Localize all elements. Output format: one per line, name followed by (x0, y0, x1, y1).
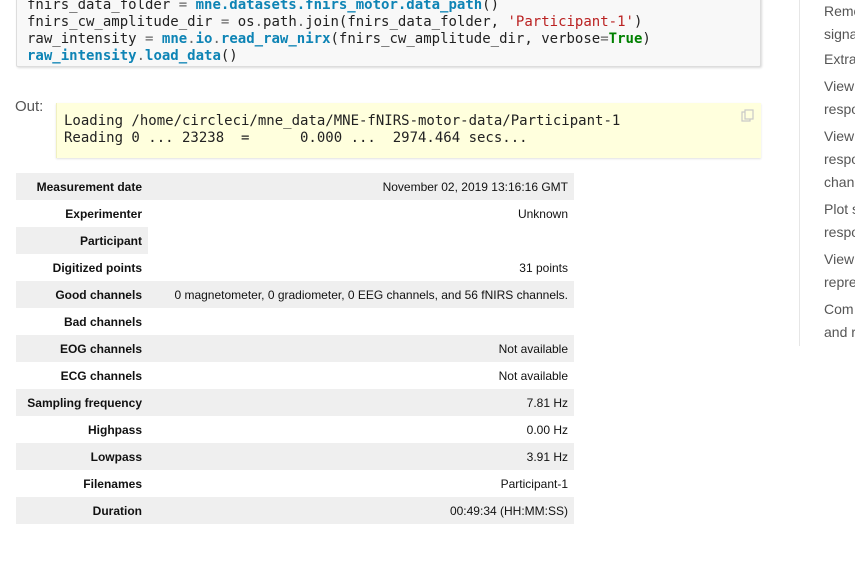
toc-link[interactable]: Com and r (824, 298, 855, 344)
info-row: ECG channels Not available (16, 362, 574, 389)
info-key: Digitized points (52, 260, 142, 275)
out-prompt-label: Out: (15, 98, 44, 115)
code-token: path (263, 14, 297, 30)
code-token: fnirs_data_folder (27, 0, 179, 13)
code-token: ) (642, 31, 651, 47)
info-key: ECG channels (60, 368, 142, 383)
toc-link[interactable]: View repre (824, 248, 855, 294)
info-key: Experimenter (65, 206, 142, 221)
code-token: fnirs_cw_amplitude_dir (27, 14, 221, 30)
info-row: Digitized points 31 points (16, 254, 574, 281)
info-value: 3.91 Hz (148, 443, 574, 470)
info-row: Bad channels (16, 308, 574, 335)
code-token: raw_intensity (27, 31, 146, 47)
code-token: load_data (145, 48, 221, 64)
code-token: = (178, 0, 188, 13)
info-key: Bad channels (63, 314, 142, 329)
code-token: 'Participant-1' (507, 14, 634, 30)
info-value: 0.00 Hz (526, 422, 568, 437)
code-token: mne.datasets.fnirs_motor.data_path (195, 0, 483, 13)
info-value: Unknown (517, 206, 568, 221)
code-token: = (600, 31, 609, 47)
code-line: fnirs_cw_amplitude_dir = os.path.join(fn… (27, 14, 760, 31)
code-token: join(fnirs_data_folder, (305, 14, 508, 30)
code-token: . (212, 31, 221, 47)
info-value (148, 227, 574, 254)
info-row: Participant (16, 227, 574, 254)
code-token: ) (633, 14, 643, 30)
info-key: Highpass (87, 422, 142, 437)
info-value: November 02, 2019 13:16:16 GMT (148, 173, 574, 200)
info-row: Good channels 0 magnetometer, 0 gradiomet… (16, 281, 574, 308)
code-token: . (254, 14, 264, 30)
info-value: 00:49:34 (HH:MM:SS) (148, 497, 574, 524)
code-token: . (187, 31, 196, 47)
code-line: raw_intensity.load_data() (27, 48, 760, 65)
code-input-cell: fnirs_data_folder = mne.datasets.fnirs_m… (16, 0, 761, 67)
code-token: True (608, 31, 643, 47)
output-line: Loading /home/circleci/mne_data/MNE-fNIR… (64, 113, 621, 129)
info-key: Participant (16, 227, 148, 254)
code-token: () (220, 48, 238, 64)
info-value: Participant-1 (500, 476, 568, 491)
info-value: 0 magnetometer, 0 gradiometer, 0 EEG cha… (148, 281, 574, 308)
info-key: Lowpass (16, 443, 148, 470)
info-row: Highpass 0.00 Hz (16, 416, 574, 443)
copy-icon[interactable] (741, 109, 755, 123)
info-value: 31 points (519, 260, 568, 275)
output-block: Loading /home/circleci/mne_data/MNE-fNIR… (56, 103, 761, 158)
info-row: Duration 00:49:34 (HH:MM:SS) (16, 497, 574, 524)
code-token: . (296, 14, 306, 30)
info-row: Filenames Participant-1 (16, 470, 574, 497)
code-token: . (136, 48, 146, 64)
info-key: Measurement date (16, 173, 148, 200)
code-line: fnirs_data_folder = mne.datasets.fnirs_m… (27, 0, 760, 14)
code-token: io (195, 31, 213, 47)
info-row: Measurement date November 02, 2019 13:16:… (16, 173, 574, 200)
code-token: mne (161, 31, 188, 47)
info-key: Sampling frequency (16, 389, 148, 416)
code-token: read_raw_nirx (220, 31, 331, 47)
info-value: Not available (498, 368, 568, 383)
info-row: Lowpass 3.91 Hz (16, 443, 574, 470)
output-line: Reading 0 ... 23238 = 0.000 ... 2974.464… (64, 130, 528, 146)
info-row: Sampling frequency 7.81 Hz (16, 389, 574, 416)
info-key: Duration (16, 497, 148, 524)
toc-link[interactable]: View respo chan (824, 125, 855, 194)
info-row: Experimenter Unknown (16, 200, 574, 227)
code-line: raw_intensity = mne.io.read_raw_nirx(fni… (27, 31, 760, 48)
raw-info-table: Measurement date November 02, 2019 13:16:… (16, 173, 574, 524)
info-value: Not available (148, 335, 574, 362)
code-token: os (229, 14, 255, 30)
toc-link[interactable]: Extra (824, 48, 855, 71)
toc-link[interactable]: Plot s respo (824, 198, 855, 244)
info-key: Good channels (16, 281, 148, 308)
toc-link[interactable]: Remo signa (824, 0, 855, 46)
toc-sidebar: Remo signaExtra View respo View respo chan… (799, 0, 855, 346)
info-key: Filenames (83, 476, 142, 491)
code-token: raw_intensity (27, 48, 137, 64)
info-key: EOG channels (16, 335, 148, 362)
info-row: EOG channels Not available (16, 335, 574, 362)
code-token: (fnirs_cw_amplitude_dir, verbose (330, 31, 601, 47)
toc-link[interactable]: View respo (824, 75, 855, 121)
code-token: () (482, 0, 500, 13)
info-value: 7.81 Hz (148, 389, 574, 416)
info-value (148, 308, 574, 335)
